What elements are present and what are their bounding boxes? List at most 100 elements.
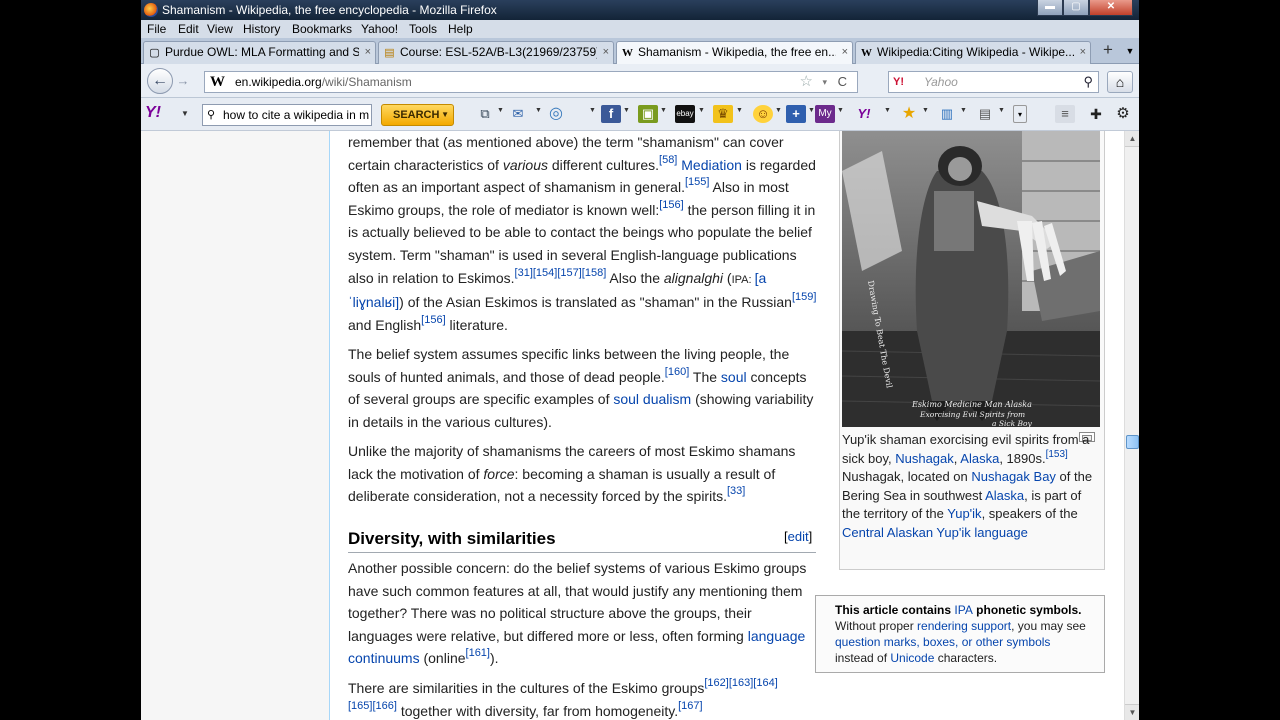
menu-icon[interactable]: ≡ [1055,105,1075,123]
citation[interactable]: [165][166] [348,700,397,712]
link-alaska[interactable]: Alaska [960,451,999,466]
url-bar[interactable]: W en.wikipedia.org/wiki/Shamanism ☆ ▾ C [204,71,858,93]
citation[interactable]: [153] [1046,449,1068,460]
tab-purdue-owl[interactable]: ▢ Purdue OWL: MLA Formatting and S... × [143,41,376,64]
minimize-button[interactable]: ▬ [1037,0,1063,16]
bookmark-star-icon[interactable]: ☆ [800,72,813,92]
yahoo-icon[interactable]: Y! [849,105,879,123]
tab-shamanism[interactable]: W Shamanism - Wikipedia, the free en... … [616,41,853,64]
chevron-down-icon[interactable]: ▼ [884,107,891,114]
link-unicode[interactable]: Unicode [890,651,934,665]
tab-citing-wikipedia[interactable]: W Wikipedia:Citing Wikipedia - Wikipe...… [855,41,1091,64]
link-central-alaskan-yupik[interactable]: Central Alaskan Yup'ik language [842,525,1028,540]
link-nushagak[interactable]: Nushagak [895,451,954,466]
more-dropdown-icon[interactable]: ▾ [1013,105,1027,123]
games-icon[interactable]: ♛ [713,105,733,123]
yahoo-search-field[interactable]: ⚲ [202,104,372,126]
yahoo-search-button[interactable]: SEARCH ▼ [381,104,454,126]
reload-icon[interactable]: C [838,72,847,92]
chevron-down-icon[interactable]: ▼ [623,107,630,114]
home-button[interactable]: ⌂ [1107,71,1133,93]
chevron-down-icon[interactable]: ▼ [736,107,743,114]
bookmarks-icon[interactable]: ▥ [937,105,957,123]
citation[interactable]: [156] [659,199,683,211]
tab-list-button[interactable]: ▼ [1123,42,1137,60]
link-rendering-support[interactable]: rendering support [917,619,1011,633]
menu-history[interactable]: History [243,20,280,38]
menu-tools[interactable]: Tools [409,20,437,38]
citation[interactable]: [159] [792,291,816,303]
search-bar[interactable]: Y! Yahoo ⚲ [888,71,1099,93]
citation[interactable]: [162][163][164] [704,677,777,689]
chevron-down-icon[interactable]: ▼ [497,107,504,114]
chevron-down-icon[interactable]: ▼ [998,107,1005,114]
pages-icon[interactable]: ⧉ [475,105,495,123]
ebay-icon[interactable]: ebay [675,105,695,123]
chevron-down-icon[interactable]: ▼ [837,107,844,114]
site-identity-icon[interactable]: W [210,72,225,92]
menu-yahoo[interactable]: Yahoo! [361,20,398,38]
flickr-icon[interactable]: ▣ [638,105,658,123]
chevron-down-icon[interactable]: ▼ [441,105,449,125]
scroll-down-button[interactable]: ▼ [1125,704,1139,720]
tab-close-icon[interactable]: × [842,42,848,63]
edit-link[interactable]: edit [788,529,809,544]
vertical-scrollbar[interactable]: ▲ ▼ [1124,131,1139,720]
yahoo-search-input[interactable] [223,106,371,124]
tab-course[interactable]: ▤ Course: ESL-52A/B-L3(21969/23759)... × [378,41,614,64]
chevron-down-icon[interactable]: ▼ [535,107,542,114]
facebook-icon[interactable]: f [601,105,621,123]
citation[interactable]: [156] [421,314,445,326]
back-button[interactable]: ← [147,68,173,94]
chevron-down-icon[interactable]: ▼ [698,107,705,114]
search-icon[interactable]: ⚲ [1083,72,1093,92]
link-yupik[interactable]: Yup'ik [947,506,981,521]
yahoo-logo[interactable]: Y! [145,104,161,122]
chevron-down-icon[interactable]: ▼ [775,107,782,114]
link-question-marks[interactable]: question marks, boxes, or other symbols [835,635,1050,649]
maximize-button[interactable]: ▢ [1063,0,1089,16]
link-soul-dualism[interactable]: soul dualism [613,391,691,407]
link-ipa[interactable]: IPA [954,603,972,617]
chevron-down-icon[interactable]: ▼ [922,107,929,114]
citation[interactable]: [161] [466,647,490,659]
link-nushagak-bay[interactable]: Nushagak Bay [971,469,1056,484]
forward-button[interactable]: → [175,73,191,89]
weather-icon[interactable]: ◎ [546,105,566,123]
citation[interactable]: [160] [665,366,689,378]
citation[interactable]: [31][154][157][158] [515,267,607,279]
link-mediation[interactable]: Mediation [681,157,742,173]
scroll-up-button[interactable]: ▲ [1125,131,1139,147]
tab-close-icon[interactable]: × [1080,42,1086,63]
citation[interactable]: [155] [685,176,709,188]
my-yahoo-icon[interactable]: My [815,105,835,123]
notepad-icon[interactable]: ▤ [975,105,995,123]
chevron-down-icon[interactable]: ▼ [181,109,189,118]
tab-close-icon[interactable]: × [603,42,609,63]
url-dropdown-icon[interactable]: ▾ [822,72,827,92]
chevron-down-icon[interactable]: ▼ [960,107,967,114]
menu-file[interactable]: File [147,20,166,38]
menu-help[interactable]: Help [448,20,473,38]
favorites-star-icon[interactable]: ★ [899,105,919,123]
close-button[interactable]: ✕ [1089,0,1133,16]
chevron-down-icon[interactable]: ▼ [589,107,596,114]
citation[interactable]: [167] [678,700,702,712]
citation[interactable]: [33] [727,485,745,497]
url-text[interactable]: en.wikipedia.org/wiki/Shamanism [235,72,412,92]
menu-bookmarks[interactable]: Bookmarks [292,20,352,38]
menu-view[interactable]: View [207,20,233,38]
mail-icon[interactable]: ✉ [508,105,528,123]
link-soul[interactable]: soul [721,369,747,385]
messenger-icon[interactable]: ☺ [753,105,773,123]
gear-icon[interactable]: ⚙ [1113,105,1133,123]
shaman-photo[interactable]: Drawing To Beat The Devil Eskimo Medicin… [842,131,1100,427]
new-tab-button[interactable]: + [1099,41,1117,60]
chevron-down-icon[interactable]: ▼ [660,107,667,114]
chevron-down-icon[interactable]: ▼ [808,107,815,114]
tab-close-icon[interactable]: × [365,42,371,63]
citation[interactable]: [58] [659,154,677,166]
yahoo-engine-icon[interactable]: Y! [893,72,904,92]
add-icon[interactable]: + [786,105,806,123]
scrollbar-thumb[interactable] [1126,435,1139,449]
